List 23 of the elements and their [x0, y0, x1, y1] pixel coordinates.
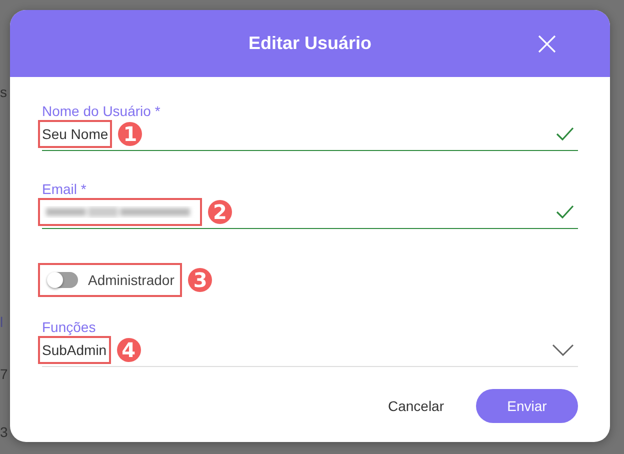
background-text: 7 [0, 366, 8, 382]
background-text: s [0, 84, 7, 100]
toggle-label: Administrador [88, 272, 174, 288]
field-value: Seu Nome [42, 126, 108, 142]
toggle-switch[interactable] [48, 272, 78, 288]
select-field[interactable]: SubAdmin 4 [42, 337, 578, 367]
callout-badge: 3 [188, 268, 212, 292]
submit-button[interactable]: Enviar [476, 389, 578, 423]
field-label: Nome do Usuário * [42, 103, 160, 121]
field-label: Funções [42, 319, 96, 337]
close-icon[interactable] [538, 35, 556, 53]
check-icon [556, 205, 574, 219]
background-text: 3 [0, 424, 8, 440]
field-value: SubAdmin [42, 342, 107, 358]
cancel-button[interactable]: Cancelar [388, 392, 444, 420]
field-label: Email * [42, 181, 86, 199]
dialog-title: Editar Usuário [248, 33, 372, 54]
input-field[interactable]: Seu Nome 1 [42, 121, 578, 151]
callout-badge: 4 [116, 338, 141, 362]
callout-badge: 1 [118, 122, 142, 146]
check-icon [556, 127, 574, 141]
callout-badge: 2 [208, 200, 232, 224]
chevron-down-icon[interactable] [552, 344, 574, 356]
